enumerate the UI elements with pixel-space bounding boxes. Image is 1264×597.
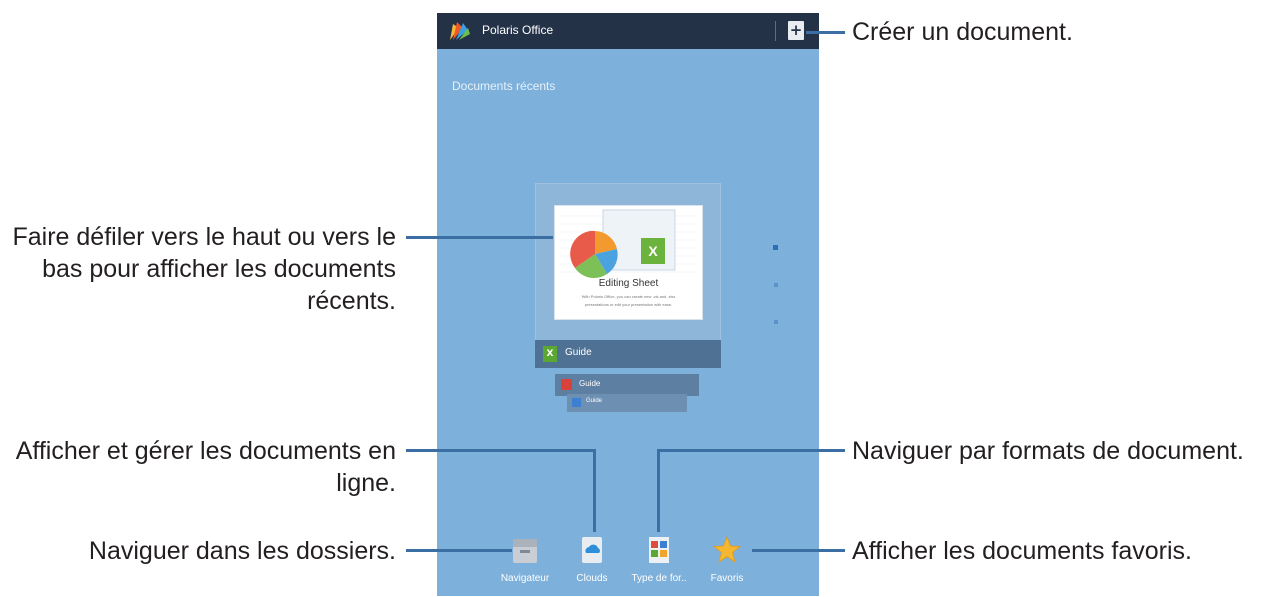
nav-favorites[interactable]: Favoris (692, 527, 762, 592)
nav-clouds-label: Clouds (576, 573, 608, 584)
thumbnail-caption-2: presentations or edit your presentation … (584, 302, 673, 307)
star-icon (713, 535, 741, 563)
polaris-office-logo-icon (450, 22, 470, 40)
folder-icon (513, 539, 537, 563)
recent-document-item[interactable]: Guide (555, 374, 699, 396)
callout-line-create (806, 31, 845, 34)
nav-favorites-label: Favoris (710, 573, 744, 584)
callout-favorites: Afficher les documents favoris. (852, 537, 1192, 565)
app-title: Polaris Office (482, 23, 554, 37)
xlsx-file-icon: X (543, 346, 557, 362)
svg-text:X: X (648, 243, 658, 259)
pptx-file-icon (561, 379, 572, 390)
recent-document-item[interactable]: Guide (567, 394, 687, 412)
phone-screen: Polaris Office + Documents récents X Edi… (437, 13, 819, 596)
file-types-icon (649, 537, 669, 563)
document-name: Guide (579, 379, 601, 388)
callout-scroll-line1: Faire défiler vers le haut ou vers le (12, 223, 396, 251)
action-bar: Polaris Office + (437, 13, 819, 49)
callout-line-online-v (593, 449, 596, 532)
callout-online-line2: ligne. (336, 469, 396, 497)
action-bar-divider (775, 21, 776, 41)
page-indicator-dot (773, 245, 778, 250)
callout-scroll-line2: bas pour afficher les documents (42, 255, 396, 283)
document-thumbnail: X Editing Sheet With Polaris Office, you… (554, 205, 703, 320)
nav-file-types-label: Type de for.. (631, 573, 687, 584)
document-name: Guide (565, 347, 592, 358)
thumbnail-heading: Editing Sheet (598, 278, 659, 289)
callout-line-scroll (406, 236, 553, 239)
callout-line-online-h (406, 449, 596, 452)
callout-folders: Naviguer dans les dossiers. (88, 537, 396, 565)
page-indicator-dot (774, 320, 778, 324)
plus-icon: + (789, 21, 803, 39)
nav-browser[interactable]: Navigateur (490, 527, 560, 592)
callout-scroll-line3: récents. (307, 287, 396, 315)
page-indicator-dot (774, 283, 778, 287)
thumbnail-caption-1: With Polaris Office, you can create new … (581, 294, 676, 299)
recent-document-item[interactable]: X Guide (535, 340, 721, 368)
recent-documents-title: Documents récents (452, 79, 556, 93)
nav-clouds[interactable]: Clouds (557, 527, 627, 592)
callout-line-formats-h (657, 449, 845, 452)
nav-browser-label: Navigateur (500, 573, 550, 584)
callout-formats: Naviguer par formats de document. (852, 437, 1244, 465)
nav-file-types[interactable]: Type de for.. (624, 527, 694, 592)
callout-line-formats-v (657, 449, 660, 532)
document-name: Guide (586, 398, 603, 404)
docx-file-icon (572, 398, 581, 407)
callout-line-folders (406, 549, 512, 552)
callout-online-line1: Afficher et gérer les documents en (15, 437, 396, 465)
create-document-button[interactable]: + (788, 21, 804, 40)
cloud-icon (582, 537, 602, 563)
callout-line-favorites (752, 549, 845, 552)
callout-create-document: Créer un document. (852, 18, 1073, 46)
